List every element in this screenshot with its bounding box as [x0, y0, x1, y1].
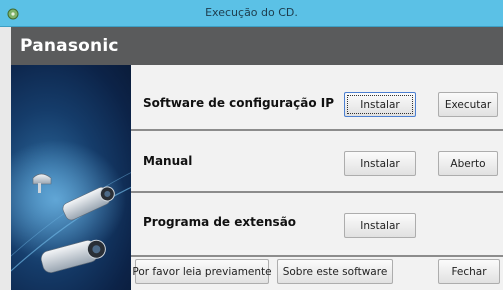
row-label: Software de configuração IP [143, 96, 335, 110]
footer-bar: Por favor leia previamente Sobre este so… [131, 257, 503, 290]
side-panel-image [11, 65, 131, 290]
row-label: Programa de extensão [143, 215, 297, 229]
row-manual: Manual Instalar Aberto [131, 131, 503, 191]
window-title: Execução do CD. [205, 6, 298, 19]
run-button-ip-setup[interactable]: Executar [438, 92, 498, 117]
row-extension: Programa de extensão Instalar [131, 193, 503, 255]
window-left-border [0, 27, 11, 290]
camera-illustration [11, 140, 131, 273]
close-button[interactable]: Fechar [438, 259, 500, 284]
about-software-button[interactable]: Sobre este software [277, 259, 393, 284]
read-first-button[interactable]: Por favor leia previamente [132, 259, 272, 284]
install-button-ip-setup[interactable]: Instalar [344, 92, 416, 117]
cd-launcher-window: Execução do CD. Panasonic Software de co… [0, 0, 503, 290]
row-ip-setup: Software de configuração IP Instalar Exe… [131, 65, 503, 129]
install-button-extension[interactable]: Instalar [344, 213, 416, 238]
install-button-manual[interactable]: Instalar [344, 151, 416, 176]
open-button-manual[interactable]: Aberto [438, 151, 498, 176]
row-label: Manual [143, 154, 193, 168]
panasonic-logo: Panasonic [20, 36, 119, 56]
title-bar[interactable]: Execução do CD. [0, 0, 503, 27]
brand-header: Panasonic [11, 27, 503, 65]
